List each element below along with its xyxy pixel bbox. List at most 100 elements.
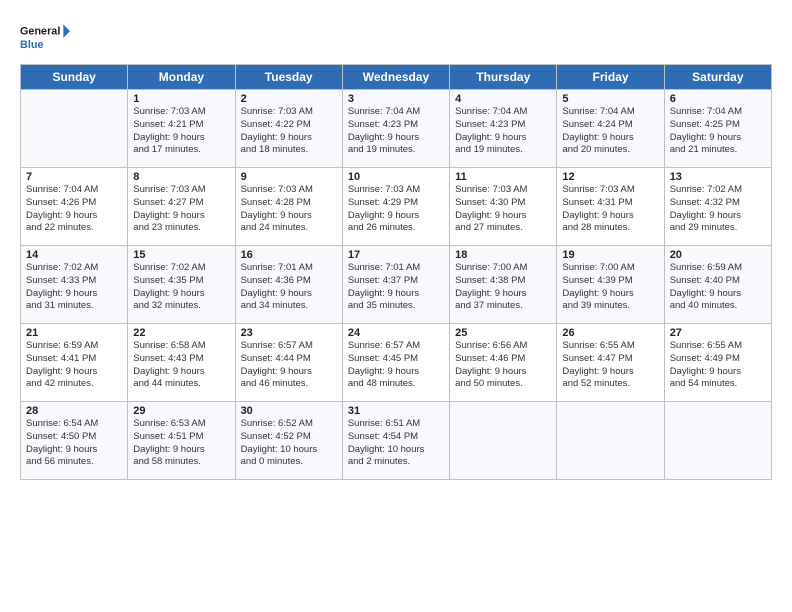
calendar-week-row: 21Sunrise: 6:59 AMSunset: 4:41 PMDayligh… xyxy=(21,324,772,402)
calendar-cell: 1Sunrise: 7:03 AMSunset: 4:21 PMDaylight… xyxy=(128,90,235,168)
logo: General Blue xyxy=(20,18,70,56)
day-number: 22 xyxy=(133,327,229,339)
day-number: 29 xyxy=(133,405,229,417)
day-number: 27 xyxy=(670,327,766,339)
day-info: Sunrise: 6:59 AMSunset: 4:40 PMDaylight:… xyxy=(670,262,766,313)
day-of-week-header: Monday xyxy=(128,65,235,90)
day-info: Sunrise: 7:03 AMSunset: 4:22 PMDaylight:… xyxy=(241,106,337,157)
day-info: Sunrise: 7:04 AMSunset: 4:25 PMDaylight:… xyxy=(670,106,766,157)
calendar-week-row: 14Sunrise: 7:02 AMSunset: 4:33 PMDayligh… xyxy=(21,246,772,324)
calendar-cell: 28Sunrise: 6:54 AMSunset: 4:50 PMDayligh… xyxy=(21,402,128,480)
day-number: 19 xyxy=(562,249,658,261)
day-number: 25 xyxy=(455,327,551,339)
day-number: 24 xyxy=(348,327,444,339)
calendar-cell: 15Sunrise: 7:02 AMSunset: 4:35 PMDayligh… xyxy=(128,246,235,324)
day-number: 14 xyxy=(26,249,122,261)
day-info: Sunrise: 6:51 AMSunset: 4:54 PMDaylight:… xyxy=(348,418,444,469)
day-number: 5 xyxy=(562,93,658,105)
calendar-cell: 3Sunrise: 7:04 AMSunset: 4:23 PMDaylight… xyxy=(342,90,449,168)
calendar-cell: 6Sunrise: 7:04 AMSunset: 4:25 PMDaylight… xyxy=(664,90,771,168)
day-info: Sunrise: 7:03 AMSunset: 4:29 PMDaylight:… xyxy=(348,184,444,235)
page: General Blue SundayMondayTuesdayWednesda… xyxy=(0,0,792,612)
day-info: Sunrise: 6:57 AMSunset: 4:45 PMDaylight:… xyxy=(348,340,444,391)
calendar-cell xyxy=(557,402,664,480)
day-number: 10 xyxy=(348,171,444,183)
calendar-cell: 24Sunrise: 6:57 AMSunset: 4:45 PMDayligh… xyxy=(342,324,449,402)
calendar-cell: 22Sunrise: 6:58 AMSunset: 4:43 PMDayligh… xyxy=(128,324,235,402)
day-info: Sunrise: 6:59 AMSunset: 4:41 PMDaylight:… xyxy=(26,340,122,391)
day-info: Sunrise: 7:04 AMSunset: 4:24 PMDaylight:… xyxy=(562,106,658,157)
day-info: Sunrise: 7:03 AMSunset: 4:28 PMDaylight:… xyxy=(241,184,337,235)
day-number: 21 xyxy=(26,327,122,339)
day-of-week-header: Thursday xyxy=(450,65,557,90)
svg-text:Blue: Blue xyxy=(20,39,43,51)
calendar-cell: 18Sunrise: 7:00 AMSunset: 4:38 PMDayligh… xyxy=(450,246,557,324)
calendar-cell: 14Sunrise: 7:02 AMSunset: 4:33 PMDayligh… xyxy=(21,246,128,324)
day-info: Sunrise: 6:56 AMSunset: 4:46 PMDaylight:… xyxy=(455,340,551,391)
calendar-cell: 4Sunrise: 7:04 AMSunset: 4:23 PMDaylight… xyxy=(450,90,557,168)
day-info: Sunrise: 7:02 AMSunset: 4:35 PMDaylight:… xyxy=(133,262,229,313)
svg-text:General: General xyxy=(20,26,60,38)
day-number: 12 xyxy=(562,171,658,183)
calendar-cell: 17Sunrise: 7:01 AMSunset: 4:37 PMDayligh… xyxy=(342,246,449,324)
logo-svg: General Blue xyxy=(20,18,70,56)
calendar-cell: 29Sunrise: 6:53 AMSunset: 4:51 PMDayligh… xyxy=(128,402,235,480)
day-info: Sunrise: 6:53 AMSunset: 4:51 PMDaylight:… xyxy=(133,418,229,469)
day-number: 2 xyxy=(241,93,337,105)
day-number: 6 xyxy=(670,93,766,105)
header: General Blue xyxy=(20,18,772,56)
day-number: 8 xyxy=(133,171,229,183)
day-number: 9 xyxy=(241,171,337,183)
day-number: 1 xyxy=(133,93,229,105)
day-number: 7 xyxy=(26,171,122,183)
calendar-week-row: 1Sunrise: 7:03 AMSunset: 4:21 PMDaylight… xyxy=(21,90,772,168)
calendar-cell: 21Sunrise: 6:59 AMSunset: 4:41 PMDayligh… xyxy=(21,324,128,402)
day-number: 17 xyxy=(348,249,444,261)
day-info: Sunrise: 7:00 AMSunset: 4:38 PMDaylight:… xyxy=(455,262,551,313)
day-number: 3 xyxy=(348,93,444,105)
day-number: 16 xyxy=(241,249,337,261)
day-of-week-header: Sunday xyxy=(21,65,128,90)
day-number: 13 xyxy=(670,171,766,183)
calendar-cell: 2Sunrise: 7:03 AMSunset: 4:22 PMDaylight… xyxy=(235,90,342,168)
calendar-cell: 16Sunrise: 7:01 AMSunset: 4:36 PMDayligh… xyxy=(235,246,342,324)
day-number: 31 xyxy=(348,405,444,417)
day-of-week-header: Friday xyxy=(557,65,664,90)
calendar-table: SundayMondayTuesdayWednesdayThursdayFrid… xyxy=(20,64,772,480)
calendar-cell: 30Sunrise: 6:52 AMSunset: 4:52 PMDayligh… xyxy=(235,402,342,480)
day-number: 26 xyxy=(562,327,658,339)
calendar-header-row: SundayMondayTuesdayWednesdayThursdayFrid… xyxy=(21,65,772,90)
day-info: Sunrise: 6:55 AMSunset: 4:47 PMDaylight:… xyxy=(562,340,658,391)
calendar-cell: 12Sunrise: 7:03 AMSunset: 4:31 PMDayligh… xyxy=(557,168,664,246)
calendar-cell: 5Sunrise: 7:04 AMSunset: 4:24 PMDaylight… xyxy=(557,90,664,168)
calendar-cell: 9Sunrise: 7:03 AMSunset: 4:28 PMDaylight… xyxy=(235,168,342,246)
day-number: 23 xyxy=(241,327,337,339)
calendar-cell: 20Sunrise: 6:59 AMSunset: 4:40 PMDayligh… xyxy=(664,246,771,324)
day-info: Sunrise: 7:04 AMSunset: 4:26 PMDaylight:… xyxy=(26,184,122,235)
day-number: 30 xyxy=(241,405,337,417)
day-of-week-header: Wednesday xyxy=(342,65,449,90)
day-info: Sunrise: 7:03 AMSunset: 4:27 PMDaylight:… xyxy=(133,184,229,235)
calendar-cell: 26Sunrise: 6:55 AMSunset: 4:47 PMDayligh… xyxy=(557,324,664,402)
day-info: Sunrise: 7:01 AMSunset: 4:37 PMDaylight:… xyxy=(348,262,444,313)
day-info: Sunrise: 6:55 AMSunset: 4:49 PMDaylight:… xyxy=(670,340,766,391)
day-info: Sunrise: 7:02 AMSunset: 4:32 PMDaylight:… xyxy=(670,184,766,235)
day-info: Sunrise: 7:03 AMSunset: 4:21 PMDaylight:… xyxy=(133,106,229,157)
day-info: Sunrise: 7:04 AMSunset: 4:23 PMDaylight:… xyxy=(348,106,444,157)
calendar-week-row: 28Sunrise: 6:54 AMSunset: 4:50 PMDayligh… xyxy=(21,402,772,480)
day-info: Sunrise: 7:03 AMSunset: 4:30 PMDaylight:… xyxy=(455,184,551,235)
calendar-cell: 19Sunrise: 7:00 AMSunset: 4:39 PMDayligh… xyxy=(557,246,664,324)
calendar-cell xyxy=(450,402,557,480)
day-info: Sunrise: 6:54 AMSunset: 4:50 PMDaylight:… xyxy=(26,418,122,469)
day-info: Sunrise: 6:58 AMSunset: 4:43 PMDaylight:… xyxy=(133,340,229,391)
calendar-cell: 7Sunrise: 7:04 AMSunset: 4:26 PMDaylight… xyxy=(21,168,128,246)
day-number: 11 xyxy=(455,171,551,183)
calendar-cell: 25Sunrise: 6:56 AMSunset: 4:46 PMDayligh… xyxy=(450,324,557,402)
day-number: 15 xyxy=(133,249,229,261)
day-number: 28 xyxy=(26,405,122,417)
calendar-cell: 23Sunrise: 6:57 AMSunset: 4:44 PMDayligh… xyxy=(235,324,342,402)
calendar-cell xyxy=(664,402,771,480)
calendar-week-row: 7Sunrise: 7:04 AMSunset: 4:26 PMDaylight… xyxy=(21,168,772,246)
calendar-cell: 31Sunrise: 6:51 AMSunset: 4:54 PMDayligh… xyxy=(342,402,449,480)
day-info: Sunrise: 7:01 AMSunset: 4:36 PMDaylight:… xyxy=(241,262,337,313)
